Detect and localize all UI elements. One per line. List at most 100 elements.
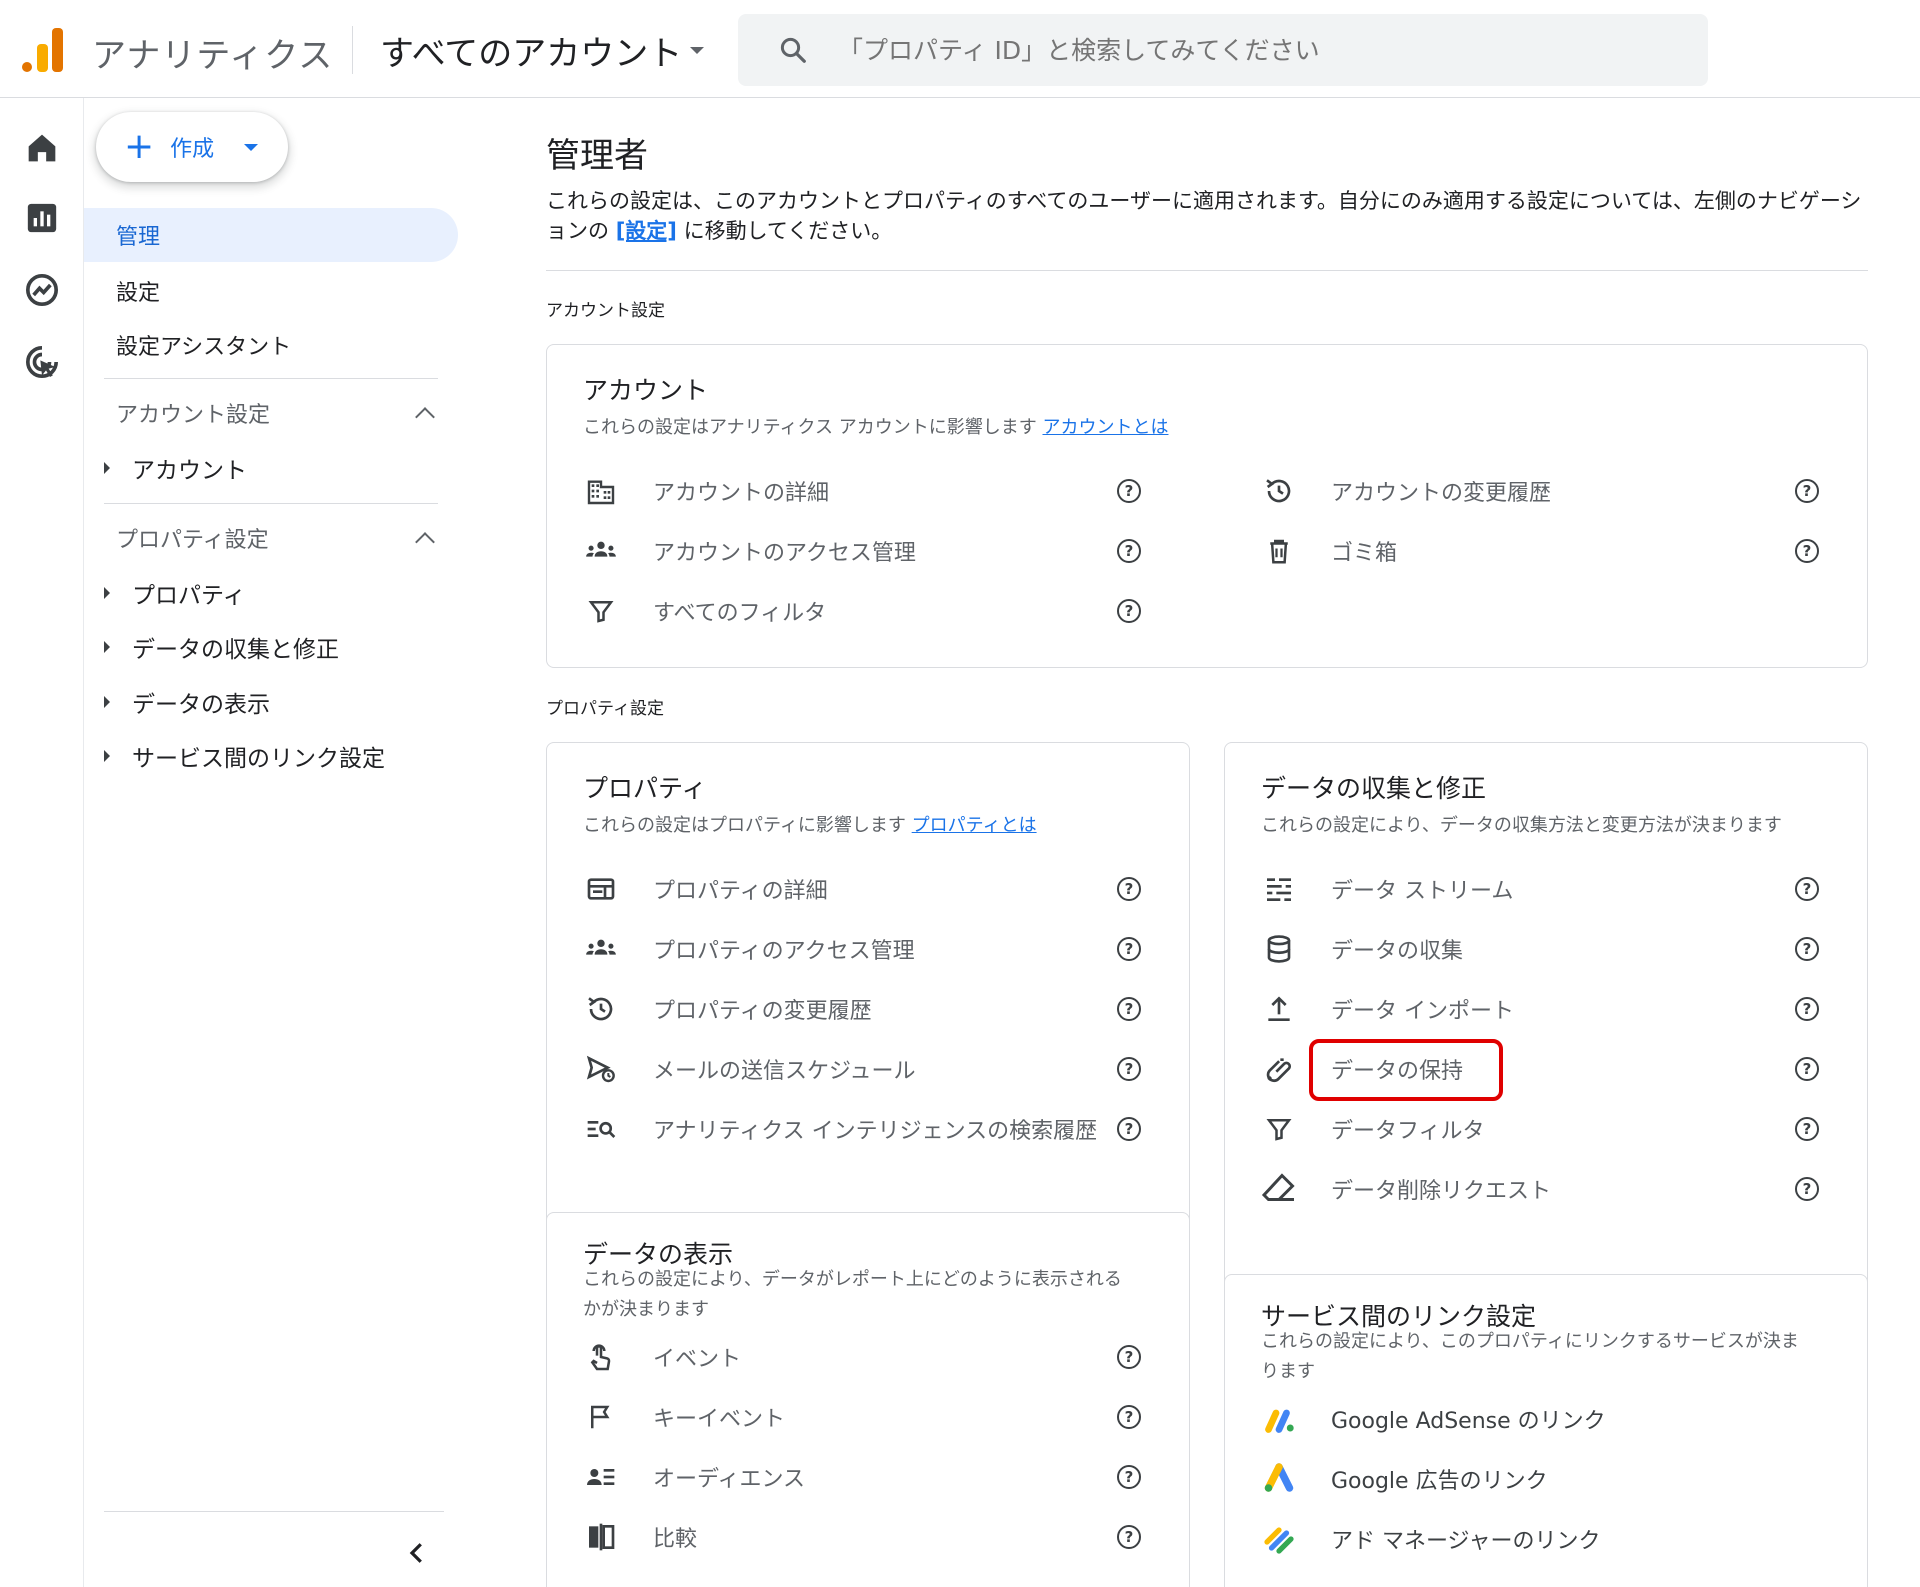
data-deletion-requests-item[interactable]: データ削除リクエスト xyxy=(1261,1165,1551,1213)
trash-item[interactable]: ゴミ箱 xyxy=(1261,527,1397,575)
data-filters-item[interactable]: データフィルタ xyxy=(1261,1105,1485,1153)
data-stream-icon xyxy=(1267,878,1291,901)
comparisons-item[interactable]: 比較 xyxy=(583,1513,697,1561)
what-is-property-link[interactable]: プロパティとは xyxy=(912,815,1037,836)
account-change-history-item[interactable]: アカウントの変更履歴 xyxy=(1261,467,1551,515)
nav-sub-property[interactable]: プロパティ xyxy=(104,571,246,615)
nav-section-label: アカウント設定 xyxy=(116,403,271,428)
flag-icon xyxy=(591,1405,610,1429)
top-bar: アナリティクス すべてのアカウント xyxy=(0,0,1920,98)
nav-item-setup-assistant[interactable]: 設定アシスタント xyxy=(84,318,458,372)
nav-sub-product-links[interactable]: サービス間のリンク設定 xyxy=(104,734,385,778)
nav-section-property-settings[interactable]: プロパティ設定 xyxy=(116,518,446,558)
audience-icon xyxy=(587,1469,615,1485)
key-events-item[interactable]: キーイベント xyxy=(583,1393,785,1441)
help-icon[interactable]: ? xyxy=(1795,479,1819,503)
item-label: データの収集 xyxy=(1331,939,1464,964)
advertising-icon[interactable] xyxy=(22,342,62,382)
property-details-item[interactable]: プロパティの詳細 xyxy=(583,865,828,913)
item-label: Google 広告のリンク xyxy=(1331,1469,1548,1494)
help-icon[interactable]: ? xyxy=(1795,1117,1819,1141)
compare-icon xyxy=(589,1523,615,1551)
property-change-history-item[interactable]: プロパティの変更履歴 xyxy=(583,985,872,1033)
nav-sub-label: プロパティ xyxy=(132,583,246,609)
reports-icon[interactable] xyxy=(22,198,62,238)
all-filters-item[interactable]: すべてのフィルタ xyxy=(583,587,826,635)
explore-icon[interactable] xyxy=(22,270,62,310)
settings-link[interactable]: [設定] xyxy=(616,219,677,243)
item-label: プロパティの変更履歴 xyxy=(653,999,872,1024)
analytics-logo-icon[interactable] xyxy=(22,28,64,72)
card-description-text: これらの設定はプロパティに影響します xyxy=(583,815,906,836)
collapse-nav-chevron-left-icon[interactable] xyxy=(402,1538,432,1568)
help-icon[interactable]: ? xyxy=(1117,479,1141,503)
help-icon[interactable]: ? xyxy=(1795,539,1819,563)
help-icon[interactable]: ? xyxy=(1117,997,1141,1021)
expand-arrow-icon xyxy=(104,462,110,474)
account-switcher-label: すべてのアカウント xyxy=(380,34,683,74)
item-label: アカウントの変更履歴 xyxy=(1331,481,1552,506)
people-icon xyxy=(586,541,616,557)
data-collection-item[interactable]: データの収集 xyxy=(1261,925,1463,973)
account-access-item[interactable]: アカウントのアクセス管理 xyxy=(583,527,916,575)
help-icon[interactable]: ? xyxy=(1117,1057,1141,1081)
nav-sub-label: アカウント xyxy=(132,458,247,484)
data-streams-item[interactable]: データ ストリーム xyxy=(1261,865,1513,913)
item-label: データフィルタ xyxy=(1331,1119,1485,1144)
item-label: データ削除リクエスト xyxy=(1331,1179,1552,1204)
adsense-logo-icon xyxy=(1265,1409,1294,1433)
help-icon[interactable]: ? xyxy=(1117,599,1141,623)
help-icon[interactable]: ? xyxy=(1795,937,1819,961)
dropdown-caret-icon xyxy=(690,47,705,54)
what-is-account-link[interactable]: アカウントとは xyxy=(1042,417,1168,438)
section-label-account-settings: アカウント設定 xyxy=(546,301,665,321)
help-icon[interactable]: ? xyxy=(1117,1525,1141,1549)
nav-section-account-settings[interactable]: アカウント設定 xyxy=(116,393,446,433)
section-label-property-settings: プロパティ設定 xyxy=(546,699,664,719)
nav-sub-data-collection[interactable]: データの収集と修正 xyxy=(104,625,339,669)
nav-sub-data-display[interactable]: データの表示 xyxy=(104,680,270,724)
help-icon[interactable]: ? xyxy=(1117,1465,1141,1489)
account-details-item[interactable]: アカウントの詳細 xyxy=(583,467,829,515)
header-divider xyxy=(352,26,353,74)
help-icon[interactable]: ? xyxy=(1117,1117,1141,1141)
search-box[interactable] xyxy=(738,14,1708,86)
adsense-links-item[interactable]: Google AdSense のリンク xyxy=(1261,1395,1606,1443)
nav-sub-account[interactable]: アカウント xyxy=(104,446,247,490)
create-button[interactable]: + 作成 xyxy=(96,112,288,182)
home-icon[interactable] xyxy=(22,128,62,168)
search-history-icon xyxy=(587,1121,616,1138)
nav-item-admin[interactable]: 管理 xyxy=(84,208,458,262)
property-access-item[interactable]: プロパティのアクセス管理 xyxy=(583,925,915,973)
help-icon[interactable]: ? xyxy=(1795,997,1819,1021)
item-label: アカウントの詳細 xyxy=(653,481,830,506)
help-icon[interactable]: ? xyxy=(1117,1405,1141,1429)
card-title: データの収集と修正 xyxy=(1261,774,1487,803)
help-icon[interactable]: ? xyxy=(1795,1177,1819,1201)
intelligence-search-history-item[interactable]: アナリティクス インテリジェンスの検索履歴 xyxy=(583,1105,1097,1153)
events-item[interactable]: イベント xyxy=(583,1333,741,1381)
search-input[interactable] xyxy=(838,35,1658,65)
filter-icon xyxy=(1266,1119,1292,1141)
data-import-item[interactable]: データ インポート xyxy=(1261,985,1514,1033)
nav-item-settings[interactable]: 設定 xyxy=(84,264,458,318)
property-details-icon xyxy=(587,878,615,900)
card-description-text: これらの設定はアナリティクス アカウントに影響します xyxy=(583,417,1037,438)
help-icon[interactable]: ? xyxy=(1795,1057,1819,1081)
help-icon[interactable]: ? xyxy=(1795,877,1819,901)
nav-sub-label: データの表示 xyxy=(132,692,270,718)
nav-sub-label: サービス間のリンク設定 xyxy=(132,746,385,772)
account-switcher[interactable]: すべてのアカウント xyxy=(380,26,705,75)
google-ads-links-item[interactable]: Google 広告のリンク xyxy=(1261,1455,1548,1503)
help-icon[interactable]: ? xyxy=(1117,937,1141,961)
page-title: 管理者 xyxy=(546,136,648,176)
help-icon[interactable]: ? xyxy=(1117,1345,1141,1369)
help-icon[interactable]: ? xyxy=(1117,539,1141,563)
audiences-item[interactable]: オーディエンス xyxy=(583,1453,805,1501)
expand-arrow-icon xyxy=(104,750,110,762)
email-schedule-item[interactable]: メールの送信スケジュール xyxy=(583,1045,915,1093)
help-icon[interactable]: ? xyxy=(1117,877,1141,901)
ad-manager-links-item[interactable]: アド マネージャーのリンク xyxy=(1261,1515,1600,1563)
item-label: Google AdSense のリンク xyxy=(1331,1409,1606,1434)
chevron-up-icon xyxy=(415,532,435,552)
